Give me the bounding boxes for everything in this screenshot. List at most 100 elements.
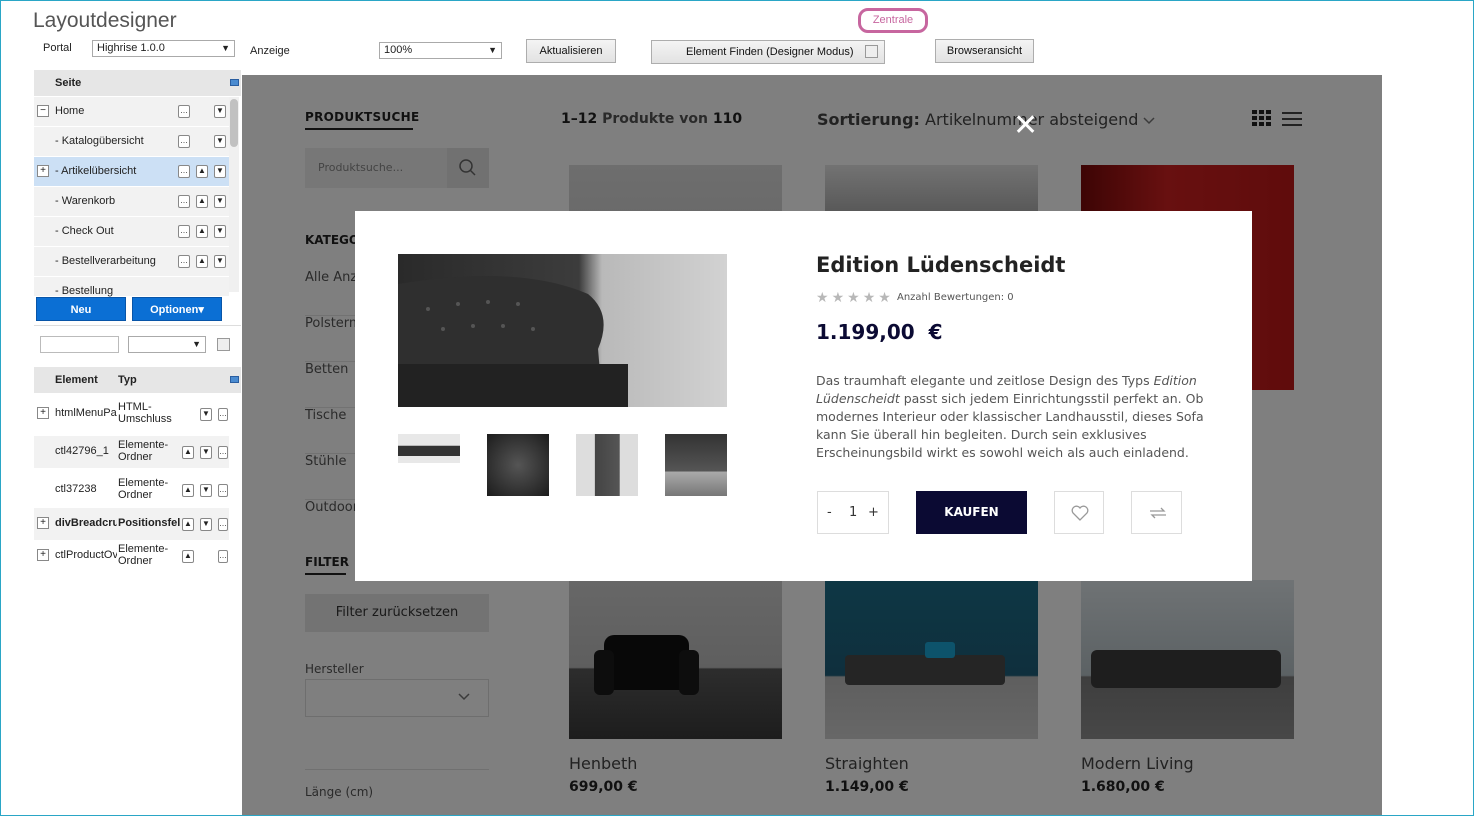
edit-button-icon[interactable]: … xyxy=(178,165,190,178)
move-down-icon[interactable]: ▼ xyxy=(200,484,212,497)
buy-button[interactable]: KAUFEN xyxy=(916,491,1027,534)
page-tree-item[interactable]: − Home … ▼ xyxy=(34,97,229,126)
page-tree-item[interactable]: - Check Out … ▲ ▼ xyxy=(34,217,229,246)
move-up-icon[interactable]: ▲ xyxy=(182,550,194,563)
element-name: ctlProductOv xyxy=(55,549,117,561)
star-icon[interactable]: ★ xyxy=(816,290,829,306)
edit-button-icon[interactable]: … xyxy=(178,135,190,148)
element-filter-input[interactable] xyxy=(40,336,119,353)
edit-button-icon[interactable]: … xyxy=(218,550,228,563)
element-row[interactable]: + divBreadcru Positionsfel ▲ ▼ … xyxy=(34,508,229,540)
edit-button-icon[interactable]: … xyxy=(218,408,228,421)
panel-toggle-icon[interactable] xyxy=(230,79,239,86)
page-tree-label: - Bestellverarbeitung xyxy=(55,255,156,267)
move-down-icon[interactable]: ▼ xyxy=(214,165,226,178)
options-button[interactable]: Optionen▾ xyxy=(132,297,222,321)
edit-button-icon[interactable]: … xyxy=(218,446,228,459)
portal-select[interactable]: Highrise 1.0.0 ▼ xyxy=(92,40,235,57)
browser-view-button[interactable]: Browseransicht xyxy=(935,39,1034,63)
dropdown-arrow-icon: ▼ xyxy=(488,45,497,55)
rating-count: Anzahl Bewertungen: 0 xyxy=(897,292,1014,303)
compare-icon xyxy=(1148,505,1168,524)
edit-button-icon[interactable]: … xyxy=(178,105,190,118)
element-row[interactable]: ctl42796_1 Elemente-Ordner ▲ ▼… xyxy=(34,436,229,468)
qty-plus-button[interactable]: + xyxy=(868,505,879,520)
page-tree-item[interactable]: - Bestellverarbeitung … ▲ ▼ xyxy=(34,247,229,276)
page-tree-item[interactable]: - Bestellung xyxy=(34,277,229,297)
move-down-icon[interactable]: ▼ xyxy=(200,408,212,421)
element-type: Positionsfel xyxy=(118,517,181,529)
portal-label: Portal xyxy=(43,42,72,54)
panel-toggle-icon[interactable] xyxy=(230,376,239,383)
type-column-title: Typ xyxy=(118,374,137,386)
close-icon[interactable]: ✕ xyxy=(1013,111,1038,141)
star-icon[interactable]: ★ xyxy=(863,290,876,306)
divider xyxy=(34,325,241,326)
tree-scrollbar[interactable] xyxy=(229,97,239,292)
filter-checkbox[interactable] xyxy=(217,338,230,351)
find-element-button[interactable]: Element Finden (Designer Modus) xyxy=(651,40,885,64)
page-tree-item[interactable]: + - Artikelübersicht … ▲ ▼ xyxy=(34,157,229,186)
element-row[interactable]: + ctlProductOv Elemente-Ordner ▲ … xyxy=(34,540,229,572)
compare-button[interactable] xyxy=(1131,491,1182,534)
element-type: Elemente-Ordner xyxy=(118,439,169,463)
element-row[interactable]: ctl37238 Elemente-Ordner ▲ ▼… xyxy=(34,474,229,506)
zoom-select[interactable]: 100% ▼ xyxy=(379,42,502,59)
star-icon[interactable]: ★ xyxy=(832,290,845,306)
product-main-image xyxy=(398,254,727,407)
qty-value[interactable]: 1 xyxy=(849,505,857,520)
move-down-icon[interactable]: ▼ xyxy=(214,105,226,118)
type-filter-select[interactable]: ▼ xyxy=(128,336,206,353)
dropdown-arrow-icon: ▼ xyxy=(221,43,230,53)
edit-button-icon[interactable]: … xyxy=(218,518,228,531)
move-down-icon[interactable]: ▼ xyxy=(214,255,226,268)
new-page-button[interactable]: Neu xyxy=(36,297,126,321)
scrollbar-thumb[interactable] xyxy=(230,99,238,147)
move-down-icon[interactable]: ▼ xyxy=(214,225,226,238)
star-icon[interactable]: ★ xyxy=(847,290,860,306)
edit-button-icon[interactable]: … xyxy=(218,484,228,497)
page-tree-item[interactable]: - Katalogübersicht … ▼ xyxy=(34,127,229,156)
qty-minus-button[interactable]: - xyxy=(827,505,832,520)
zentrale-button[interactable]: Zentrale xyxy=(858,8,928,33)
move-down-icon[interactable]: ▼ xyxy=(214,195,226,208)
edit-button-icon[interactable]: … xyxy=(178,255,190,268)
move-down-icon[interactable]: ▼ xyxy=(200,446,212,459)
move-up-icon[interactable]: ▲ xyxy=(196,165,208,178)
designer-mode-checkbox[interactable] xyxy=(865,45,878,58)
rating-stars[interactable]: ★ ★ ★ ★ ★ xyxy=(816,290,894,306)
expand-toggle-icon[interactable]: + xyxy=(37,517,49,529)
product-thumbnail[interactable] xyxy=(398,434,460,463)
element-type: Elemente-Ordner xyxy=(118,543,169,567)
move-up-icon[interactable]: ▲ xyxy=(182,446,194,459)
element-table-header: Element Typ xyxy=(34,367,241,393)
move-up-icon[interactable]: ▲ xyxy=(196,255,208,268)
move-up-icon[interactable]: ▲ xyxy=(182,484,194,497)
wishlist-button[interactable] xyxy=(1054,491,1104,534)
edit-button-icon[interactable]: … xyxy=(178,195,190,208)
expand-toggle-icon[interactable]: + xyxy=(37,407,49,419)
page-tree-label: Home xyxy=(55,105,85,117)
move-up-icon[interactable]: ▲ xyxy=(196,225,208,238)
star-icon[interactable]: ★ xyxy=(878,290,891,306)
page-tree-label: - Artikelübersicht xyxy=(55,165,137,177)
expand-toggle-icon[interactable]: + xyxy=(37,549,49,561)
product-thumbnail[interactable] xyxy=(576,434,638,496)
product-thumbnail[interactable] xyxy=(487,434,549,496)
element-name: divBreadcru xyxy=(55,517,117,529)
move-up-icon[interactable]: ▲ xyxy=(182,518,194,531)
move-down-icon[interactable]: ▼ xyxy=(200,518,212,531)
refresh-button[interactable]: Aktualisieren xyxy=(526,39,616,63)
find-element-label: Element Finden (Designer Modus) xyxy=(686,46,854,58)
element-name: htmlMenuPa xyxy=(55,407,117,419)
move-down-icon[interactable]: ▼ xyxy=(214,135,226,148)
move-up-icon[interactable]: ▲ xyxy=(196,195,208,208)
zoom-select-value: 100% xyxy=(384,44,413,56)
edit-button-icon[interactable]: … xyxy=(178,225,190,238)
page-tree-item[interactable]: - Warenkorb … ▲ ▼ xyxy=(34,187,229,216)
dropdown-arrow-icon: ▼ xyxy=(192,339,201,349)
expand-toggle-icon[interactable]: + xyxy=(37,165,49,177)
expand-toggle-icon[interactable]: − xyxy=(37,105,49,117)
element-row[interactable]: + htmlMenuPa HTML-Umschluss ▼… xyxy=(34,398,229,430)
product-thumbnail[interactable] xyxy=(665,434,727,496)
